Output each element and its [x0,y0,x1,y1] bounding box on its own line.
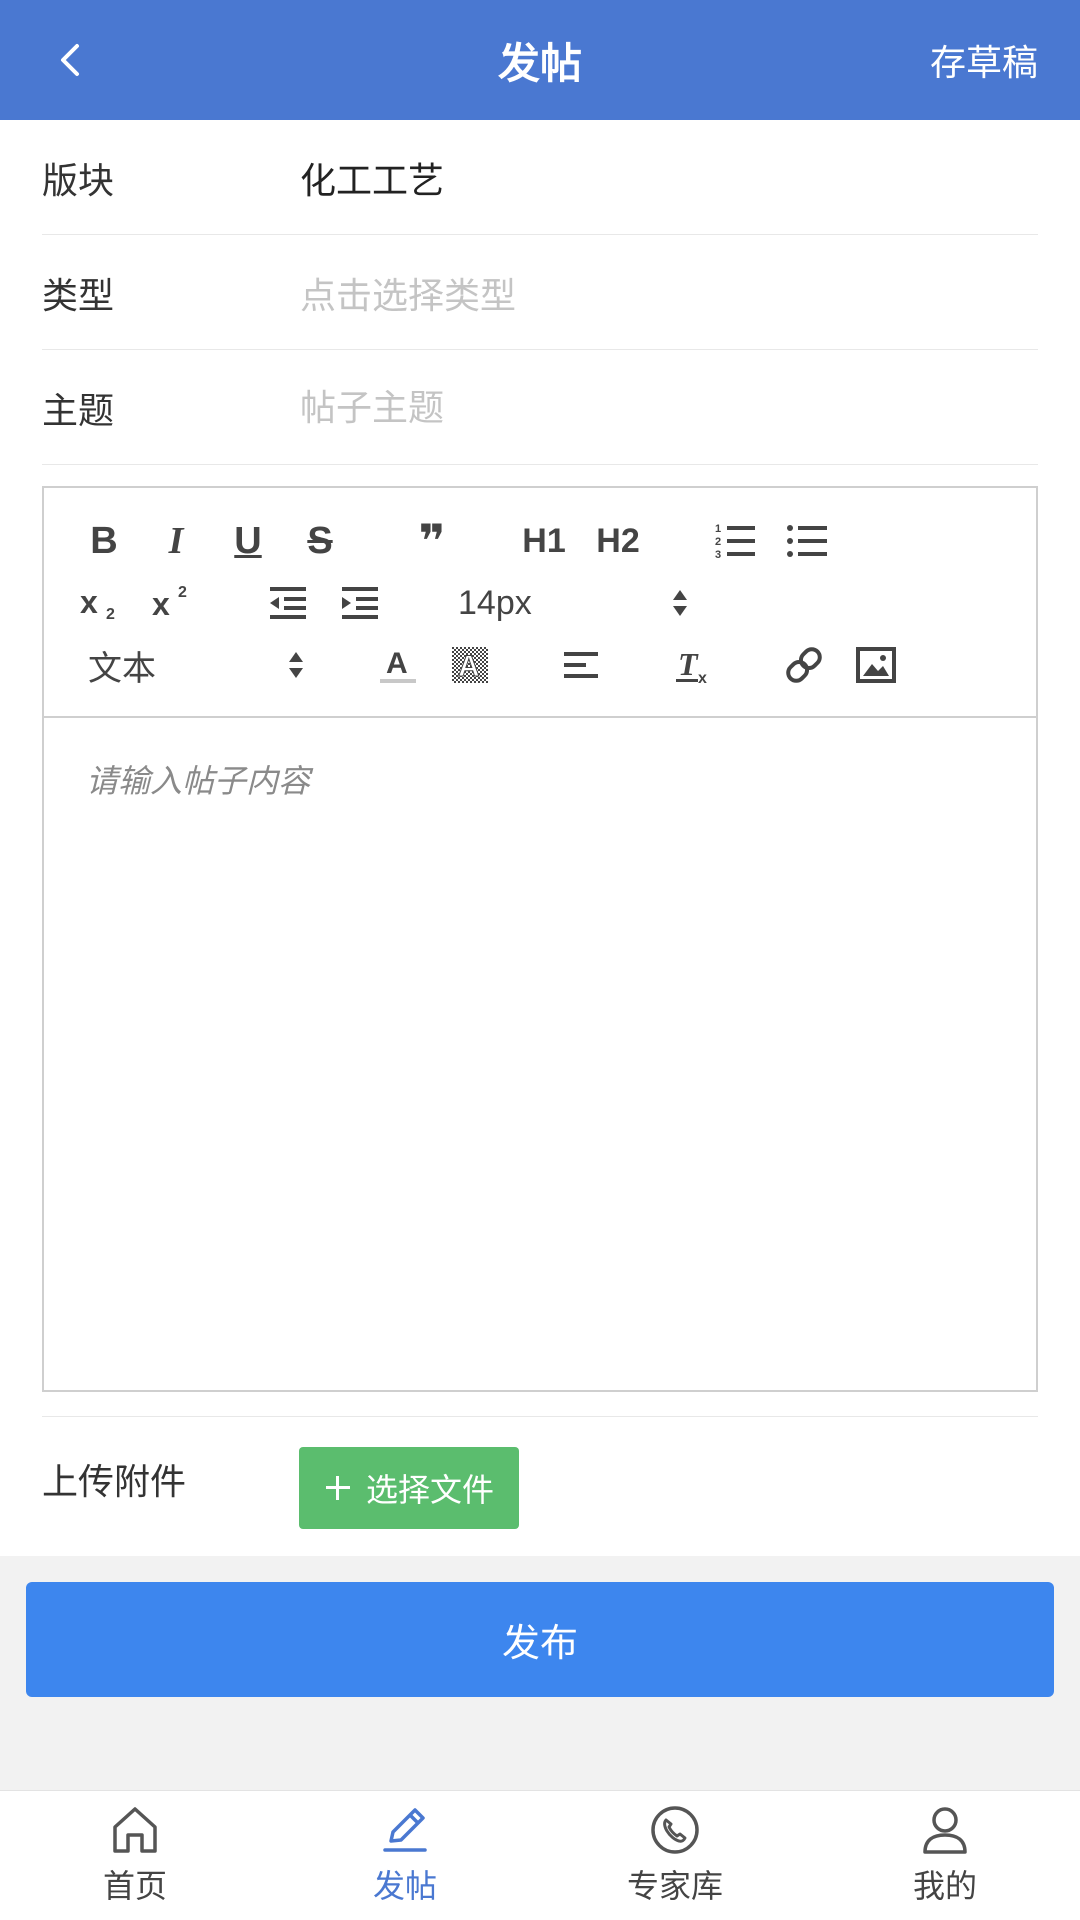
heading2-button[interactable]: H2 [590,516,646,566]
nav-label-home: 首页 [102,1867,167,1905]
phone-icon [651,1806,699,1854]
section-row[interactable]: 版块 化工工艺 [42,120,1038,235]
subject-input[interactable] [300,376,1000,440]
select-arrows-icon [673,590,687,616]
italic-button[interactable]: I [154,516,198,566]
nav-item-experts[interactable]: 专家库 [540,1791,810,1920]
subscript-button[interactable]: x 2 [80,578,126,628]
subject-label: 主题 [42,390,115,432]
align-button[interactable] [560,640,604,690]
svg-text:A: A [386,647,408,680]
ordered-list-button[interactable]: 1 2 3 [710,516,760,566]
font-color-button[interactable]: A [376,640,420,690]
svg-text:3: 3 [715,549,721,561]
top-app-bar: 发帖 存草稿 [0,0,1080,120]
content-placeholder: 请输入帖子内容 [86,762,311,800]
bullet-list-button[interactable] [782,516,832,566]
font-size-select[interactable]: 14px [458,578,688,628]
link-button[interactable] [782,640,826,690]
user-icon [923,1807,967,1854]
strikethrough-button[interactable]: S [298,516,342,566]
save-draft-button[interactable]: 存草稿 [930,0,1038,120]
nav-item-profile[interactable]: 我的 [810,1791,1080,1920]
superscript-icon: x 2 [152,584,187,622]
svg-text:T: T [678,646,699,682]
publish-button[interactable]: 发布 [26,1582,1054,1697]
svg-text:x: x [152,586,170,622]
svg-text:A: A [458,650,480,683]
bottom-navigation: 首页 发帖 专家库 我的 [0,1790,1080,1920]
home-icon [113,1807,157,1853]
plus-icon [325,1476,350,1500]
italic-glyph: I [168,520,184,562]
svg-text:x: x [698,670,707,685]
type-label: 类型 [42,275,115,317]
editor-toolbar: B I U S ❞ H1 H2 1 2 3 x 2 x 2 14px 文本 A … [44,488,1036,718]
nav-item-home[interactable]: 首页 [0,1791,270,1920]
text-format-value: 文本 [88,648,156,689]
background-color-button[interactable]: A [448,640,492,690]
outdent-icon [270,587,306,619]
bullet-list-icon [787,525,827,557]
svg-text:2: 2 [178,584,187,601]
text-format-select[interactable]: 文本 [88,640,314,690]
attachment-label: 上传附件 [42,1462,187,1503]
nav-label-post: 发帖 [372,1867,437,1905]
underline-button[interactable]: U [226,516,270,566]
section-value[interactable]: 化工工艺 [300,120,444,235]
pen-icon [383,1808,427,1852]
font-color-icon: A [380,647,416,683]
nav-label-experts: 专家库 [626,1867,723,1905]
section-label: 版块 [42,160,115,202]
align-left-icon [564,652,598,678]
nav-item-post[interactable]: 发帖 [270,1791,540,1920]
svg-text:1: 1 [715,523,721,535]
rich-text-editor: B I U S ❞ H1 H2 1 2 3 x 2 x 2 14px 文本 A … [42,486,1038,1392]
type-selector[interactable]: 点击选择类型 [300,235,516,350]
image-icon [856,647,896,683]
outdent-button[interactable] [266,578,310,628]
background-color-icon: A [452,647,488,684]
attachment-row: 上传附件 选择文件 [42,1416,1038,1556]
svg-text:2: 2 [106,606,115,623]
choose-file-label: 选择文件 [365,1471,494,1509]
page-title: 发帖 [497,38,582,88]
svg-text:x: x [80,584,98,620]
font-size-value: 14px [458,583,532,622]
link-icon [786,647,822,683]
indent-icon [342,587,378,619]
insert-image-button[interactable] [854,640,898,690]
heading1-button[interactable]: H1 [516,516,572,566]
bold-button[interactable]: B [82,516,126,566]
post-form: 版块 化工工艺 类型 点击选择类型 主题 B I U S ❞ H1 H2 1 2 [0,120,1080,1556]
svg-text:2: 2 [715,536,721,548]
subject-row: 主题 [42,350,1038,465]
clear-format-button[interactable]: T x [672,640,716,690]
nav-label-profile: 我的 [912,1867,977,1905]
type-row[interactable]: 类型 点击选择类型 [42,235,1038,350]
clear-format-icon: T x [676,646,707,685]
superscript-button[interactable]: x 2 [152,578,198,628]
post-content-area[interactable]: 请输入帖子内容 [44,720,1036,1390]
ordered-list-icon: 1 2 3 [715,523,755,561]
choose-file-button[interactable]: 选择文件 [299,1447,519,1529]
select-arrows-icon [289,652,303,678]
indent-button[interactable] [338,578,382,628]
subscript-icon: x 2 [80,584,115,623]
blockquote-button[interactable]: ❞ [410,514,454,568]
